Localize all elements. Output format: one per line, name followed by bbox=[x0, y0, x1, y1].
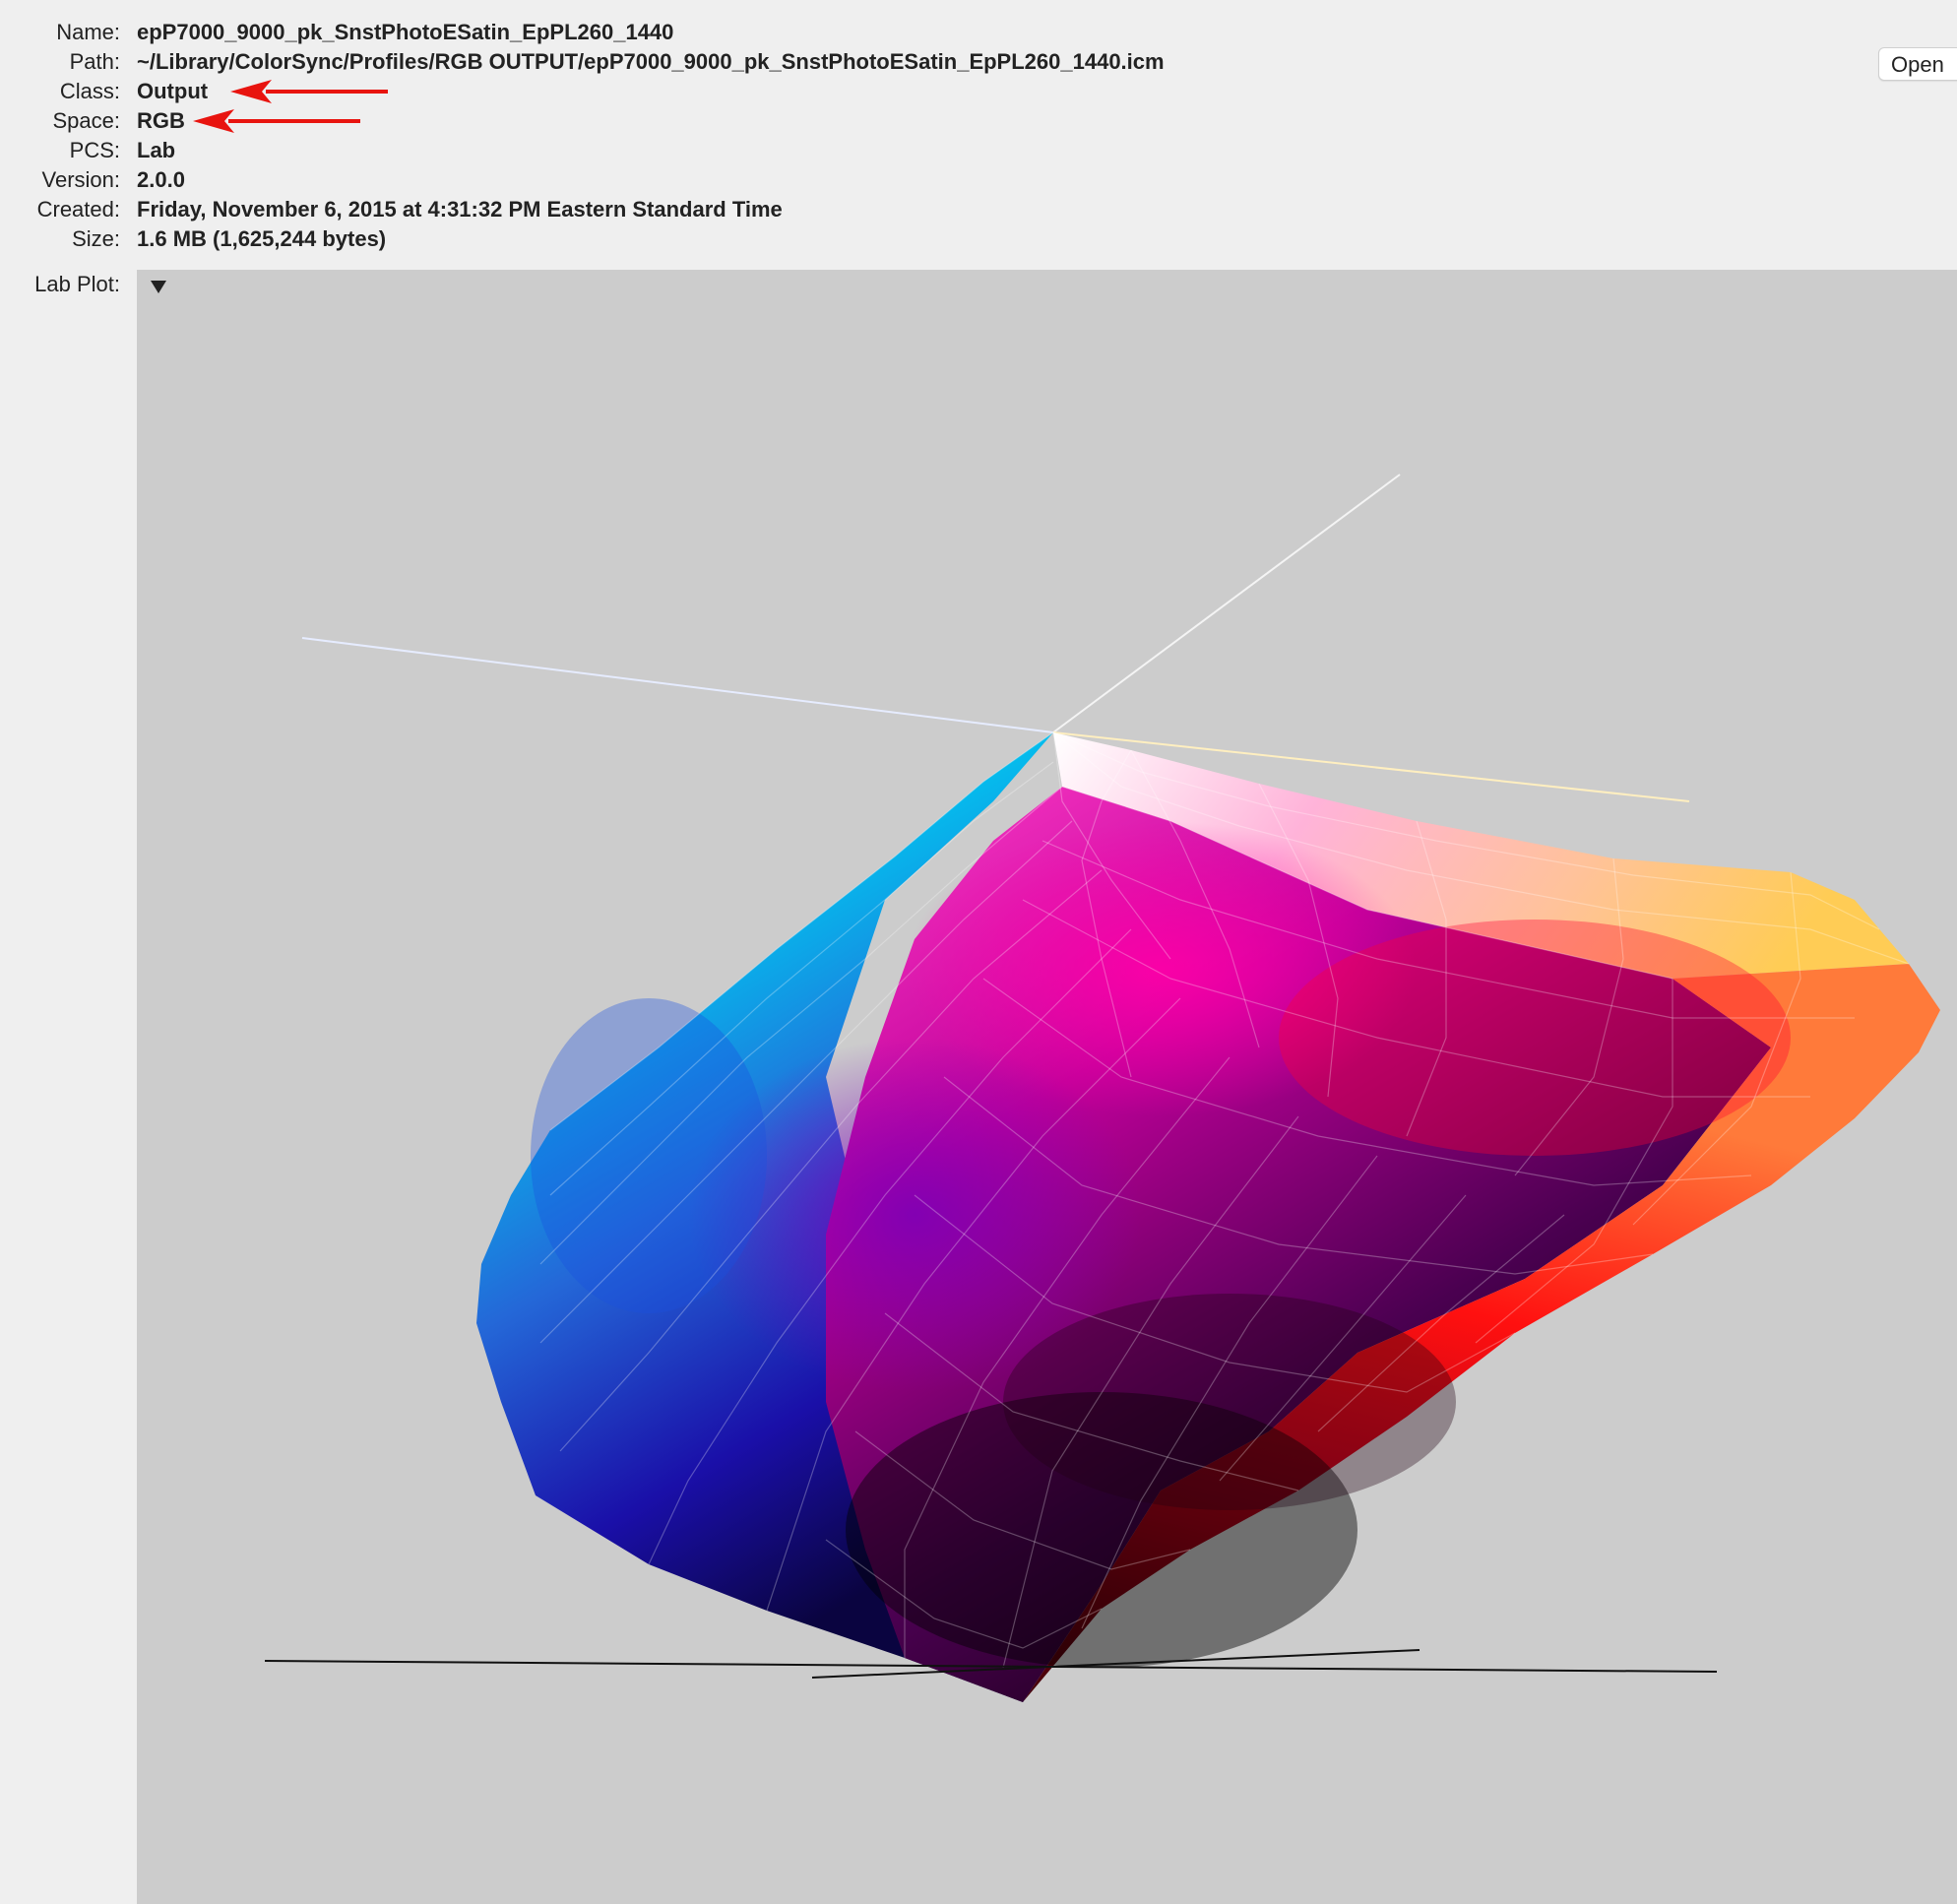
info-row-path: Path: ~/Library/ColorSync/Profiles/RGB O… bbox=[0, 47, 1957, 77]
info-row-name: Name: epP7000_9000_pk_SnstPhotoESatin_Ep… bbox=[0, 18, 1957, 47]
open-button[interactable]: Open bbox=[1878, 47, 1957, 81]
lab-plot-label: Lab Plot: bbox=[34, 272, 120, 296]
gamut-solid bbox=[476, 732, 1940, 1702]
b-axis-line bbox=[301, 637, 1054, 733]
lab-gamut-3d-plot[interactable] bbox=[137, 270, 1957, 1904]
info-row-space: Space: RGB bbox=[0, 106, 1957, 136]
info-row-pcs: PCS: Lab bbox=[0, 136, 1957, 165]
red-arrow-left-icon bbox=[230, 80, 388, 103]
colorsync-profile-window: Name: epP7000_9000_pk_SnstPhotoESatin_Ep… bbox=[0, 0, 1957, 1904]
path-value: ~/Library/ColorSync/Profiles/RGB OUTPUT/… bbox=[137, 49, 1165, 74]
disclosure-triangle-down-icon[interactable] bbox=[149, 278, 168, 295]
l-axis-line bbox=[1052, 474, 1401, 733]
name-value: epP7000_9000_pk_SnstPhotoESatin_EpPL260_… bbox=[137, 20, 674, 44]
info-row-created: Created: Friday, November 6, 2015 at 4:3… bbox=[0, 195, 1957, 224]
size-label: Size: bbox=[72, 226, 120, 251]
info-row-class: Class: Output bbox=[0, 77, 1957, 106]
class-value: Output bbox=[137, 79, 209, 103]
class-label: Class: bbox=[59, 79, 120, 103]
profile-info-panel: Name: epP7000_9000_pk_SnstPhotoESatin_Ep… bbox=[0, 18, 1957, 254]
red-arrow-left-icon bbox=[193, 109, 360, 133]
created-label: Created: bbox=[36, 197, 120, 222]
version-value: 2.0.0 bbox=[137, 167, 185, 192]
space-label: Space: bbox=[52, 108, 121, 133]
lab-plot-viewport[interactable] bbox=[137, 270, 1957, 1904]
info-row-size: Size: 1.6 MB (1,625,244 bytes) bbox=[0, 224, 1957, 254]
path-label: Path: bbox=[69, 49, 120, 74]
created-value: Friday, November 6, 2015 at 4:31:32 PM E… bbox=[137, 197, 783, 222]
space-value: RGB bbox=[137, 108, 185, 133]
info-row-version: Version: 2.0.0 bbox=[0, 165, 1957, 195]
pcs-value: Lab bbox=[137, 138, 176, 162]
version-label: Version: bbox=[41, 167, 121, 192]
size-value: 1.6 MB (1,625,244 bytes) bbox=[137, 226, 387, 251]
name-label: Name: bbox=[56, 20, 120, 44]
pcs-label: PCS: bbox=[69, 138, 120, 162]
